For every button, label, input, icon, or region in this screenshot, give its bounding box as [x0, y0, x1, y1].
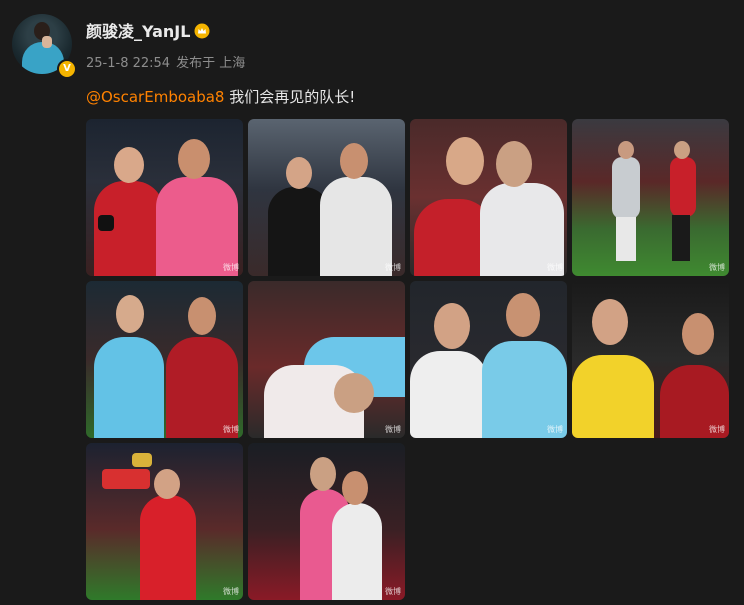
photo-3[interactable]: 微博: [410, 119, 567, 276]
avatar-figure-hands: [42, 36, 52, 48]
watermark: 微博: [709, 263, 725, 272]
v-badge-icon: V: [57, 59, 77, 79]
watermark: 微博: [547, 263, 563, 272]
post-date[interactable]: 25-1-8 22:54: [86, 56, 170, 71]
photo-8[interactable]: 微博: [572, 281, 729, 438]
mention-link[interactable]: @OscarEmboaba8: [86, 88, 224, 106]
watermark: 微博: [385, 263, 401, 272]
watermark: 微博: [385, 587, 401, 596]
post-meta: 25-1-8 22:54 发布于 上海: [86, 52, 245, 71]
photo-5[interactable]: 微博: [86, 281, 243, 438]
username-text[interactable]: 颜骏凌_YanJL: [86, 22, 190, 41]
watermark: 微博: [709, 425, 725, 434]
photo-9[interactable]: 微博: [86, 443, 243, 600]
post-source: 发布于 上海: [176, 56, 246, 71]
photo-4[interactable]: 微博: [572, 119, 729, 276]
post-text: @OscarEmboaba8 我们会再见的队长!: [86, 86, 355, 107]
watermark: 微博: [385, 425, 401, 434]
post-body: 我们会再见的队长!: [224, 88, 356, 106]
username[interactable]: 颜骏凌_YanJL: [86, 18, 210, 42]
watermark: 微博: [223, 425, 239, 434]
watermark: 微博: [223, 587, 239, 596]
crown-icon[interactable]: [194, 23, 210, 39]
photo-2[interactable]: 微博: [248, 119, 405, 276]
watermark: 微博: [223, 263, 239, 272]
image-grid: 微博 微博 微博 微博 微博 微博 微博 微博 微博 微博: [86, 119, 730, 603]
photo-10[interactable]: 微博: [248, 443, 405, 600]
photo-1[interactable]: 微博: [86, 119, 243, 276]
photo-6[interactable]: 微博: [248, 281, 405, 438]
photo-7[interactable]: 微博: [410, 281, 567, 438]
watermark: 微博: [547, 425, 563, 434]
